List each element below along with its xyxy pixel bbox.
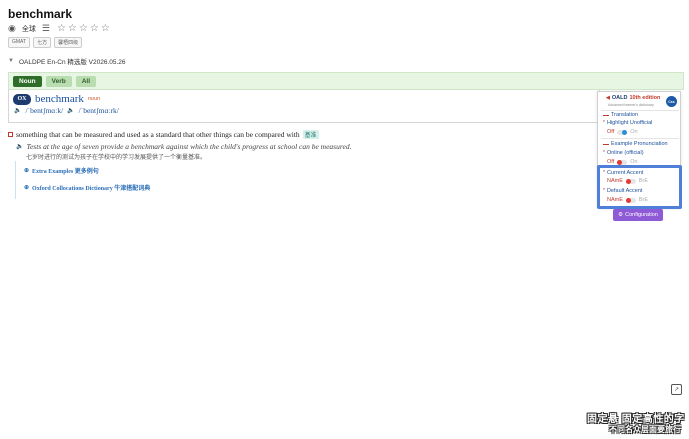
definition-text: something that can be measured and used … xyxy=(16,130,300,139)
speaker-uk-icon[interactable]: 🔈 xyxy=(14,107,21,114)
word-toolbar: ◉ 全球 ☰ ☆ ☆ ☆ ☆ ☆ xyxy=(8,23,110,34)
subtitle-line-1: 固定悬 固定高性的字 xyxy=(587,414,685,425)
toggle-off-label: Off xyxy=(607,129,615,135)
example-pron-option[interactable]: Example Pronunciation xyxy=(603,141,668,147)
example-translation: 七岁时进行的测试为孩子在学校中的学习发展提供了一个衡量基准。 xyxy=(26,155,207,161)
pos-tab-bar: Noun Verb All xyxy=(8,72,684,90)
oxford-logo-icon: OX xyxy=(13,93,31,105)
headword: benchmark xyxy=(35,93,84,105)
pron-uk: /ˈbentʃmɑːk/ xyxy=(25,106,64,115)
extra-examples-toggle[interactable]: ⊕ Extra Examples 更多例句 xyxy=(24,166,99,175)
toggle-switch[interactable] xyxy=(617,129,628,135)
highlight-toggle[interactable]: Off On xyxy=(607,129,638,135)
oald-logo: ◀ OALD 10th edition xyxy=(606,95,660,101)
configuration-button[interactable]: ⚙ Configuration xyxy=(613,209,663,221)
logo-text: OALD xyxy=(611,95,628,101)
tag[interactable]: 七方 xyxy=(33,37,52,48)
expand-window-icon[interactable]: ↗ xyxy=(671,384,682,395)
entry-header: OX benchmark noun 🔈 /ˈbentʃmɑːk/ 🔈 /ˈben… xyxy=(8,90,600,123)
tab-noun[interactable]: Noun xyxy=(13,75,42,87)
expand-icon: ⊕ xyxy=(24,185,30,191)
rating-stars[interactable]: ☆ ☆ ☆ ☆ ☆ xyxy=(57,23,110,34)
star-icon[interactable]: ☆ xyxy=(90,23,99,34)
translation-option[interactable]: Translation xyxy=(603,112,638,118)
all-label[interactable]: 全球 xyxy=(22,24,36,34)
divider xyxy=(601,138,679,139)
star-icon[interactable]: ☆ xyxy=(57,23,66,34)
edition-text: 10th edition xyxy=(629,95,661,101)
toggle-on-label: On xyxy=(630,129,638,135)
globe-icon[interactable]: ◉ xyxy=(8,23,16,34)
example-pron-label: Example Pronunciation xyxy=(611,141,668,147)
expand-icon: ⊕ xyxy=(24,168,30,174)
tab-verb[interactable]: Verb xyxy=(45,75,72,87)
speaker-us-icon[interactable]: 🔈 xyxy=(67,107,74,114)
gear-icon: ⚙ xyxy=(618,212,624,218)
css-badge[interactable]: Css xyxy=(666,96,677,107)
example-text: Tests at the age of seven provide a benc… xyxy=(26,142,352,151)
tag-list: GMAT 七方 馨梧四级 xyxy=(8,37,83,48)
collapse-arrow-icon[interactable]: ▼ xyxy=(8,58,14,64)
tag[interactable]: GMAT xyxy=(8,37,31,48)
dictionary-name: OALDPE En-Cn 精选版 V2026.05.26 xyxy=(18,59,126,66)
dash-icon xyxy=(603,143,609,145)
collapsible-group: ⊕ Extra Examples 更多例句 ⊕ Oxford Collocati… xyxy=(15,161,600,199)
configuration-label: Configuration xyxy=(625,212,658,218)
star-icon[interactable]: ☆ xyxy=(68,23,77,34)
part-of-speech: noun xyxy=(87,96,101,102)
star-icon[interactable]: ☆ xyxy=(101,23,110,34)
accent-highlight-box xyxy=(597,165,682,209)
divider xyxy=(601,110,679,111)
definition-cn: 基准 xyxy=(302,130,319,139)
highlight-option: * Highlight Unofficial xyxy=(603,120,652,126)
online-label: Online (official) xyxy=(606,150,644,156)
toggle-switch[interactable] xyxy=(617,159,628,165)
word-title: benchmark xyxy=(8,7,73,21)
sense-bullet-icon xyxy=(8,132,13,137)
collocations-label: Oxford Collocations Dictionary 牛津搭配词典 xyxy=(32,186,151,192)
highlight-label: Highlight Unofficial xyxy=(606,120,653,126)
asterisk-icon: * xyxy=(603,150,605,156)
speaker-icon[interactable]: 🔈 xyxy=(16,143,23,150)
dash-icon xyxy=(603,114,609,116)
dictionary-header[interactable]: ▼ OALDPE En-Cn 精选版 V2026.05.26 xyxy=(8,56,126,66)
tag[interactable]: 馨梧四级 xyxy=(54,37,83,48)
sense-definition: something that can be measured and used … xyxy=(8,130,319,139)
translation-label: Translation xyxy=(611,112,639,118)
example-sentence: 🔈 Tests at the age of seven provide a be… xyxy=(16,142,351,151)
list-icon[interactable]: ☰ xyxy=(42,23,50,34)
asterisk-icon: * xyxy=(603,120,605,126)
tab-all[interactable]: All xyxy=(75,75,97,87)
online-option: * Online (official) xyxy=(603,150,644,156)
pron-us: /ˈbentʃmɑːrk/ xyxy=(78,106,119,115)
speaker-icon: ◀ xyxy=(606,95,610,101)
star-icon[interactable]: ☆ xyxy=(79,23,88,34)
subtitle-line-2: 不同名众层面要旅行 xyxy=(609,425,681,434)
logo-subtitle: Advanced learner's dictionary xyxy=(608,103,654,107)
collocations-toggle[interactable]: ⊕ Oxford Collocations Dictionary 牛津搭配词典 xyxy=(24,183,150,192)
extra-examples-label: Extra Examples 更多例句 xyxy=(32,169,99,175)
